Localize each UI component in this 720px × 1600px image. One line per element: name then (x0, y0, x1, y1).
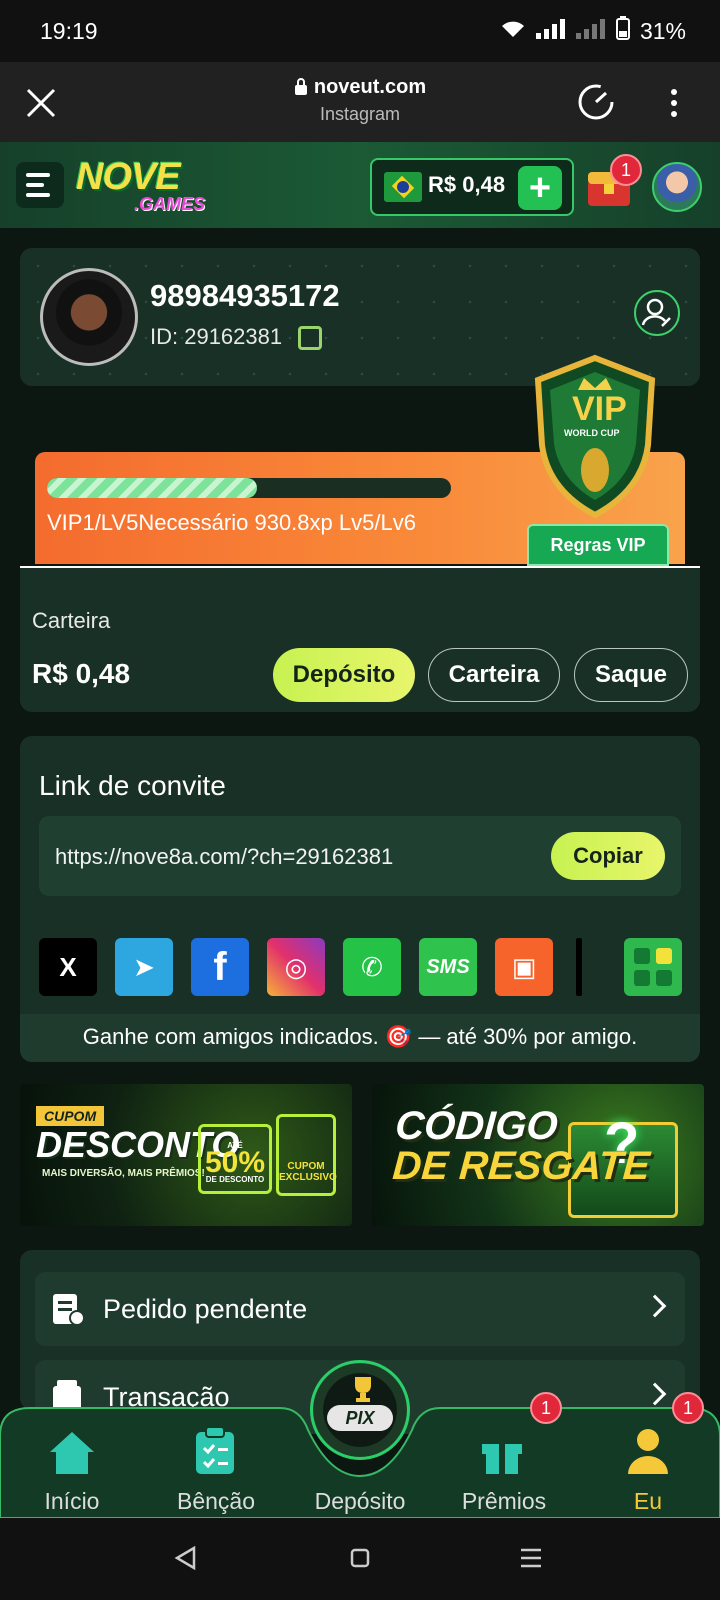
signal-icon (535, 18, 566, 45)
more-apps-icon[interactable] (624, 938, 682, 996)
menu-item-pending-order[interactable]: Pedido pendente (35, 1272, 685, 1346)
coupon-percent-suffix: DE DESCONTO (205, 1175, 265, 1184)
browser-bar: noveut.com Instagram (0, 62, 720, 142)
header-avatar[interactable] (652, 162, 702, 212)
header-balance[interactable]: R$ 0,48 + (370, 158, 574, 216)
vip-progress-bar (47, 478, 451, 498)
copy-id-icon[interactable] (298, 326, 322, 350)
prizes-icon[interactable] (478, 1428, 526, 1481)
vip-status-text: VIP1/LV5Necessário 930.8xp Lv5/Lv6 (47, 510, 416, 535)
battery-percent: 31% (639, 17, 686, 44)
invite-card: Link de convite https://nove8a.com/?ch=2… (20, 736, 700, 1062)
nav-me[interactable]: Eu (588, 1488, 708, 1515)
coupon-subtitle: MAIS DIVERSÃO, MAIS PRÊMIOS! (42, 1168, 205, 1179)
coupon-tag: CUPOM (36, 1106, 105, 1126)
pix-label: PIX (327, 1405, 393, 1431)
chevron-right-icon (643, 1382, 667, 1406)
status-bar: 19:19 31% (0, 0, 720, 62)
invite-title: Link de convite (39, 770, 226, 801)
chevron-right-icon (643, 1294, 667, 1318)
nav-blessing[interactable]: Bênção (156, 1488, 276, 1515)
add-funds-button[interactable]: + (518, 166, 562, 210)
vip-shield-title: VIP (572, 390, 627, 428)
redeem-line1: CÓDIGO (393, 1104, 560, 1148)
nav-home[interactable]: Início (12, 1488, 132, 1515)
nav-prizes[interactable]: Prêmios (444, 1488, 564, 1515)
redeem-title: CÓDIGO DE RESGATE (391, 1104, 654, 1188)
facebook-icon[interactable]: f (191, 938, 249, 996)
me-badge: 1 (672, 1392, 704, 1424)
redeem-code-banner[interactable]: ? CÓDIGO DE RESGATE (372, 1084, 704, 1226)
profile-avatar (40, 268, 138, 366)
logo-sub: .GAMES (134, 194, 206, 214)
signal-2-icon (575, 18, 606, 45)
invite-link-box: https://nove8a.com/?ch=29162381 Copiar (39, 816, 681, 896)
lock-icon (294, 77, 308, 101)
home-icon[interactable] (48, 1428, 96, 1481)
prizes-badge: 1 (530, 1392, 562, 1424)
sms-icon[interactable]: SMS (419, 938, 477, 996)
instagram-icon[interactable]: ◎ (267, 938, 325, 996)
header-balance-amount: R$ 0,48 (428, 172, 506, 197)
menu-item-label: Pedido pendente (103, 1294, 308, 1324)
copy-link-button[interactable]: Copiar (551, 832, 665, 880)
battery-icon (615, 16, 630, 46)
coupon-percent-box: ATÉ 50% DE DESCONTO (198, 1124, 272, 1194)
pending-order-icon (51, 1290, 85, 1326)
redeem-line2: DE RESGATE (391, 1144, 652, 1188)
social-more-divider (576, 938, 582, 996)
gift-badge: 1 (610, 154, 642, 186)
vip-progress-fill (47, 478, 258, 498)
whatsapp-icon[interactable]: ✆ (343, 938, 401, 996)
telegram-icon[interactable]: ➤ (115, 938, 173, 996)
nav-deposit[interactable]: Depósito (300, 1488, 420, 1515)
kwai-icon[interactable]: ▣ (495, 938, 553, 996)
site-logo[interactable]: NOVE .GAMES (76, 156, 205, 214)
profile-nav-icon[interactable] (624, 1426, 672, 1481)
wallet-button[interactable]: Carteira (428, 648, 560, 702)
profile-username: 98984935172 (150, 278, 340, 313)
wallet-label: Carteira (32, 608, 111, 633)
deposit-button[interactable]: Depósito (273, 648, 415, 702)
coupon-banner[interactable]: CUPOM DESCONTO MAIS DIVERSÃO, MAIS PRÊMI… (20, 1084, 352, 1226)
wifi-icon (500, 18, 526, 45)
wallet-card: Carteira R$ 0,48 Depósito Carteira Saque (20, 566, 700, 712)
profile-id: ID: 29162381 (150, 324, 283, 349)
vip-rules-button[interactable]: Regras VIP (527, 524, 669, 566)
speed-gauge-icon[interactable] (576, 82, 616, 127)
wallet-amount: R$ 0,48 (32, 658, 131, 689)
vip-shield-icon: VIP WORLD CUP (520, 350, 670, 520)
vip-shield-subtitle: WORLD CUP (564, 428, 620, 438)
invite-link: https://nove8a.com/?ch=29162381 (55, 844, 394, 869)
edit-profile-button[interactable] (634, 290, 680, 336)
invite-footer: Ganhe com amigos indicados. 🎯 — até 30% … (20, 1014, 700, 1062)
trophy-icon (349, 1375, 377, 1408)
more-options-icon[interactable] (670, 88, 678, 123)
status-time: 19:19 (40, 17, 98, 44)
withdraw-button[interactable]: Saque (574, 648, 688, 702)
pix-deposit-button[interactable]: PIX (310, 1360, 410, 1460)
url-text: noveut.com (313, 76, 427, 98)
recents-icon[interactable] (520, 1548, 542, 1573)
menu-button[interactable] (16, 162, 64, 208)
system-nav-bar (0, 1518, 720, 1600)
coupon-ticket: CUPOM EXCLUSIVO (276, 1114, 337, 1196)
back-icon[interactable] (174, 1545, 196, 1575)
logo-main: NOVE (76, 156, 181, 198)
blessing-icon[interactable] (194, 1426, 236, 1481)
x-icon[interactable]: X (39, 938, 97, 996)
brazil-flag-icon (384, 172, 422, 202)
home-system-icon[interactable] (350, 1548, 370, 1573)
